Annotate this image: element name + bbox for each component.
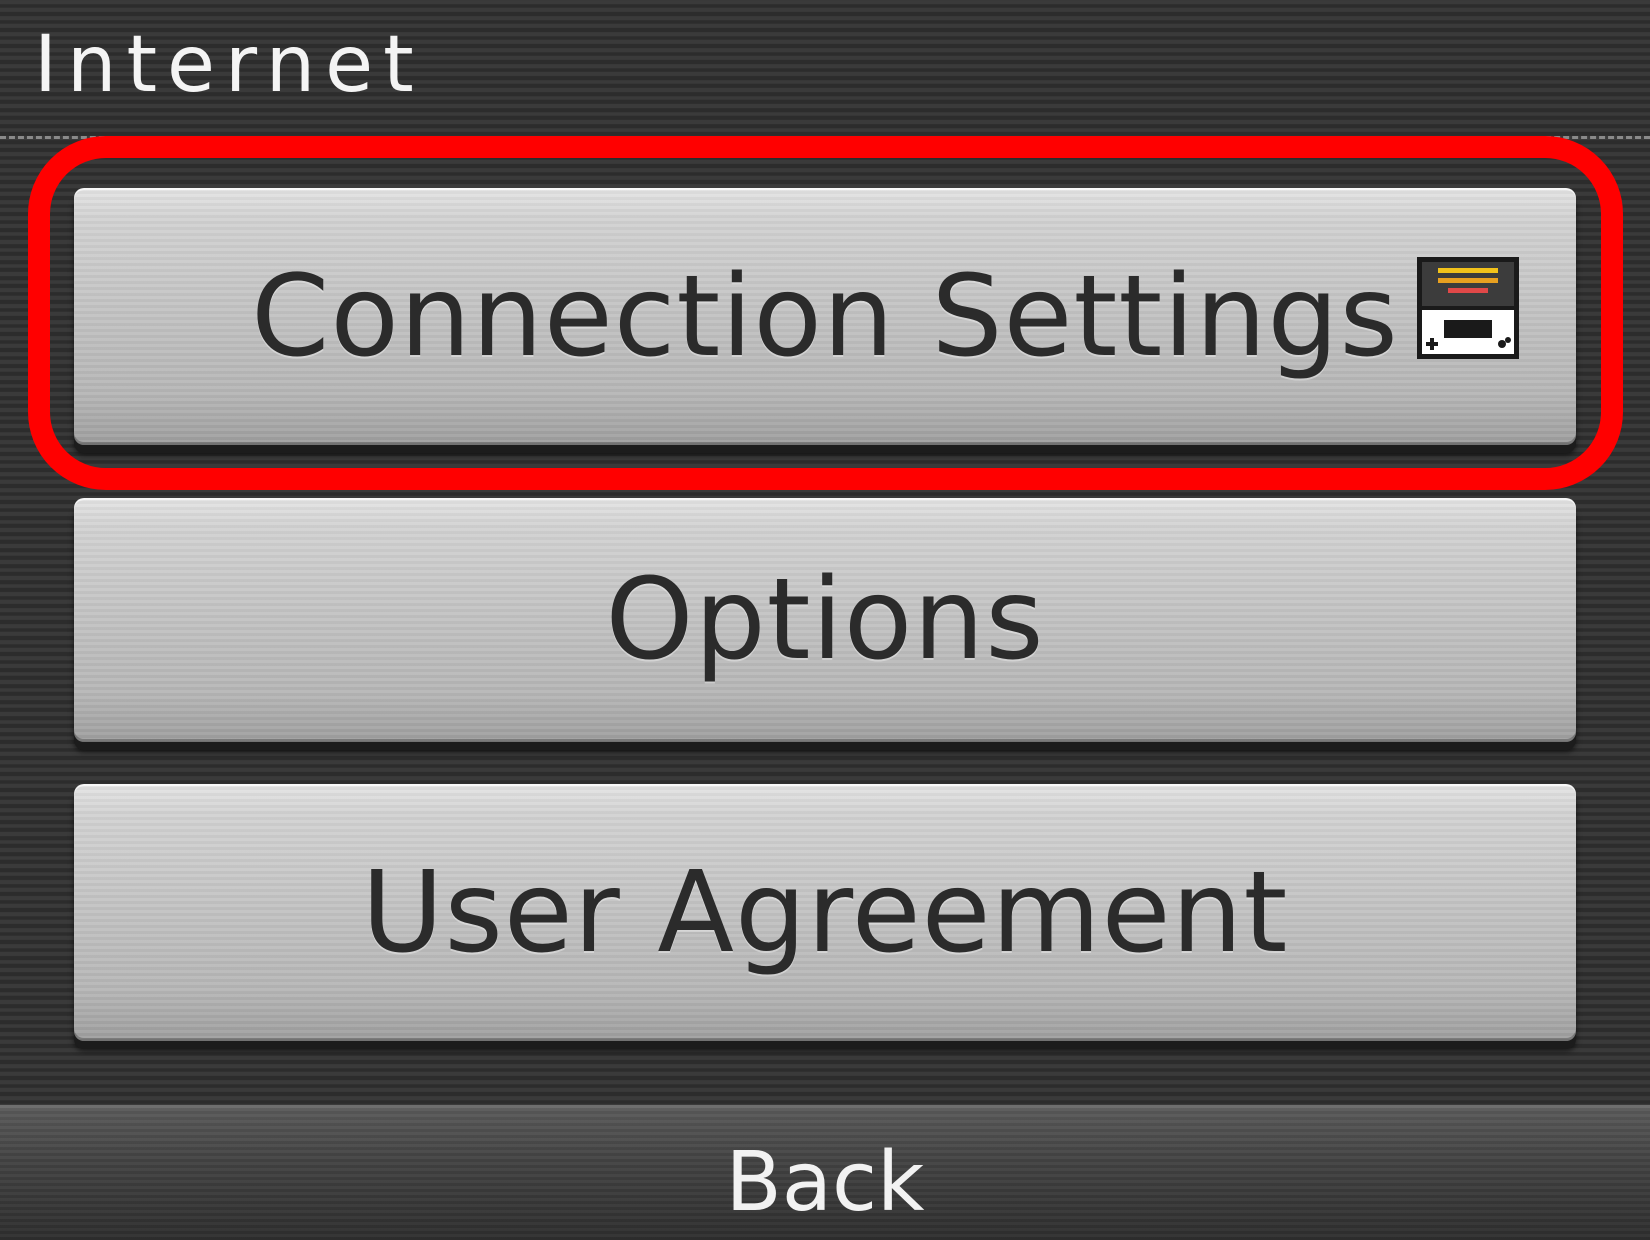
back-button[interactable]: Back bbox=[0, 1105, 1650, 1240]
connection-settings-label: Connection Settings bbox=[251, 251, 1399, 382]
user-agreement-label: User Agreement bbox=[361, 847, 1289, 978]
header-divider bbox=[0, 136, 1650, 139]
back-label: Back bbox=[725, 1135, 925, 1230]
page-title: Internet bbox=[34, 20, 424, 110]
internet-settings-screen: Internet Connection Settings Options Use… bbox=[0, 0, 1650, 1240]
system-settings-icon bbox=[1417, 257, 1519, 359]
options-label: Options bbox=[605, 555, 1045, 685]
connection-settings-button[interactable]: Connection Settings bbox=[74, 188, 1576, 445]
options-button[interactable]: Options bbox=[74, 498, 1576, 742]
user-agreement-button[interactable]: User Agreement bbox=[74, 784, 1576, 1041]
